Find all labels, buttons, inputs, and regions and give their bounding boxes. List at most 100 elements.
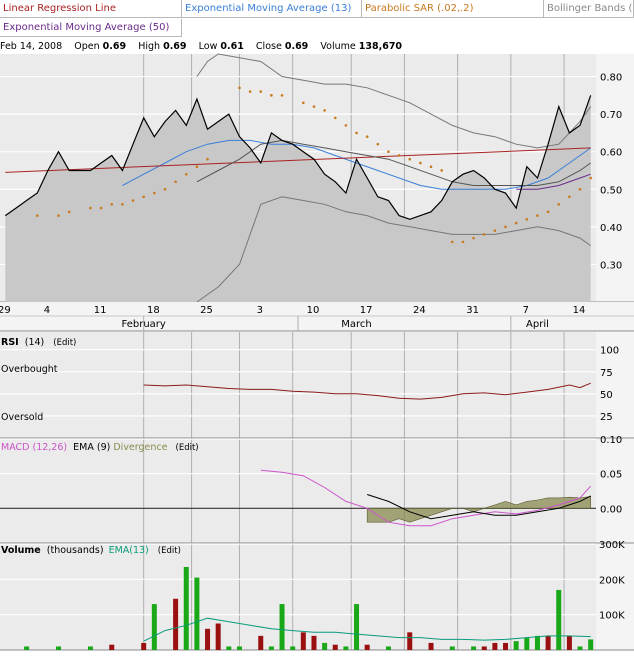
sar-dot [89,206,92,210]
sar-dot [323,109,326,112]
volume-bar [226,646,232,650]
sar-dot [184,172,188,176]
sar-dot [514,221,518,225]
month-label: April [526,319,549,330]
sar-dot [355,131,358,135]
volume-bar [385,646,391,650]
volume-plot: 300K 200K 100K [0,540,634,651]
volume-bar [56,646,62,650]
sar-dot [557,203,561,206]
price-tick-label: 0.40 [600,223,622,234]
panel-background [0,439,596,543]
volume-title-label: Volume [1,545,41,556]
sar-dot [163,187,167,191]
volume-bar [492,642,498,650]
macd-tick-label: 0.00 [600,504,622,515]
panel-background [0,544,596,650]
volume-bar [566,635,572,650]
date-tick-label: 17 [360,305,373,316]
volume-bar [588,639,594,650]
date-tick-label: 14 [573,305,586,316]
volume-tick-label: 200K [599,575,625,586]
price-tick-label: 0.80 [600,73,622,84]
macd-tick-label: 0.05 [600,470,622,481]
rsi-title-label: RSI [1,337,19,348]
rsi-param: (14) [25,337,45,348]
sar-dot [387,150,390,153]
volume-bar [332,644,338,650]
volume-bar [311,635,317,650]
volume-bar [173,598,179,650]
sar-dot [270,94,273,97]
sar-dot [35,214,39,217]
sar-dot [365,135,369,138]
sar-dot [419,161,422,165]
sar-dot [99,206,103,210]
sar-dot [131,199,135,202]
sar-dot [493,229,497,232]
volume-bar [268,646,274,650]
macd-panel[interactable]: 0.10 0.05 0.00 MACD (12,26) EMA (9) Diverg… [0,435,634,544]
volume-bar [258,635,264,650]
sar-dot [195,165,199,169]
macd-ema-label: EMA (9) [73,442,110,453]
volume-bar [236,646,242,650]
volume-bar [545,635,551,650]
date-tick-label: 3 [257,305,263,316]
sar-dot [110,203,114,206]
sar-dot [259,90,263,93]
volume-bar [279,604,285,650]
sar-dot [67,210,71,214]
sar-dot [57,214,60,217]
price-panel[interactable]: 0.30 0.40 0.50 0.60 0.70 0.80 [0,53,634,303]
volume-bar [183,566,189,650]
macd-edit-link[interactable]: (Edit) [176,443,199,453]
sar-dot [302,101,305,105]
sar-dot [238,86,241,90]
sar-dot [578,187,582,191]
volume-bar [205,628,211,650]
volume-panel[interactable]: 300K200K100K Volume (thousands) EMA(13) … [0,540,634,651]
volume-bar [290,646,296,650]
sar-dot [440,169,443,172]
rsi-tick-label: 75 [600,368,613,379]
macd-divergence-label: Divergence [113,442,167,453]
sar-dot [174,180,177,184]
volume-edit-link[interactable]: (Edit) [158,546,181,556]
sar-dot [589,176,592,180]
sar-dot [461,240,465,244]
volume-bar [513,641,519,650]
volume-bar [151,604,157,650]
sar-dot [312,105,316,108]
volume-bar [534,635,540,650]
sar-dot [536,214,539,217]
volume-bar [300,632,306,650]
panel-background [0,332,596,438]
date-tick-label: 24 [413,305,426,316]
sar-dot [546,210,550,214]
sar-dot [248,90,252,93]
date-axis: 29 4 11 18 25 3 10 17 24 31 7 14 February March April [0,302,634,332]
volume-bar [471,646,477,650]
sar-dot [333,116,337,120]
sar-dot [451,240,454,244]
rsi-panel[interactable]: 100 75 50 25 RSI (14) (Edit) Overbought Ove… [0,332,634,439]
volume-bar [343,646,349,650]
volume-bar [109,644,115,650]
rsi-tick-label: 100 [600,346,619,357]
volume-bar [449,646,455,650]
date-tick-label: 29 [0,305,11,316]
volume-bar [87,646,93,650]
oversold-label: Oversold [1,412,43,423]
sar-dot [525,218,529,221]
volume-bar [481,646,487,650]
sar-dot [429,165,433,169]
volume-bar [503,642,509,650]
volume-bar [322,642,328,650]
chart-canvas: 0.300.400.500.600.700.80 29 4 11 18 25 3 10 17 2… [0,53,634,651]
rsi-edit-link[interactable]: (Edit) [53,338,76,348]
month-label: March [341,319,371,330]
date-tick-label: 25 [200,305,213,316]
date-tick-label: 11 [94,305,107,316]
rsi-plot: 100 75 50 25 [0,332,634,439]
